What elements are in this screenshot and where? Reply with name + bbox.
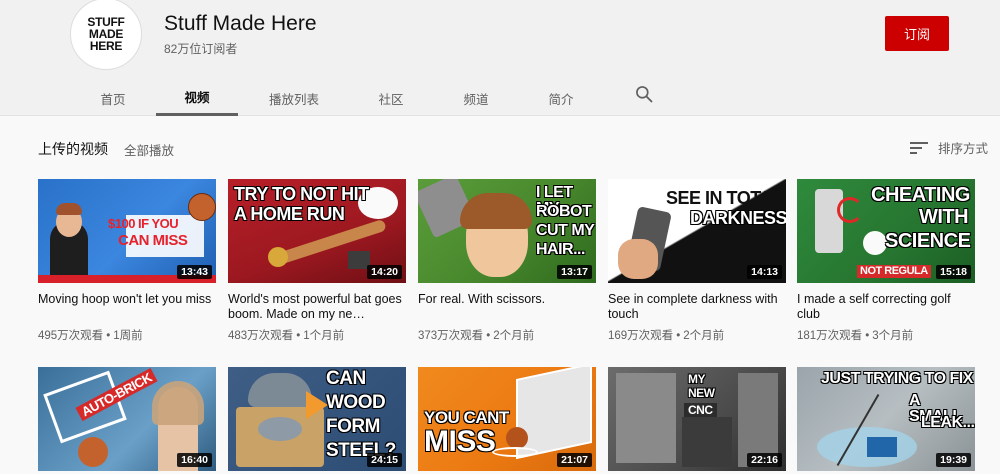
video-thumbnail[interactable]: I LET MY ROBOT CUT MY HAIR... 13:17 <box>418 179 596 283</box>
thumbnail-text: SEE IN TOTAL <box>666 188 783 208</box>
video-card[interactable]: I LET MY ROBOT CUT MY HAIR... 13:17 For … <box>418 179 596 343</box>
view-count: 495万次观看 <box>38 330 104 342</box>
video-card[interactable]: CAN WOOD FORM STEEL? 24:15 <box>228 367 406 471</box>
upload-age: 3个月前 <box>872 330 914 342</box>
video-card[interactable]: SEE IN TOTAL DARKNESS 14:13 See in compl… <box>608 179 786 343</box>
thumbnail-text: WITH <box>919 206 969 228</box>
video-thumbnail[interactable]: MY NEW CNC 22:16 <box>608 367 786 471</box>
video-card[interactable]: MY NEW CNC 22:16 <box>608 367 786 471</box>
thumbnail-text: CAN <box>326 368 366 389</box>
video-meta: 495万次观看 • 1周前 <box>38 330 143 342</box>
tab-playlists[interactable]: 播放列表 <box>253 80 335 116</box>
video-thumbnail[interactable]: YOU CANT MISS 21:07 <box>418 367 596 471</box>
video-thumbnail[interactable]: SEE IN TOTAL DARKNESS 14:13 <box>608 179 786 283</box>
video-title[interactable]: See in complete darkness with touch <box>608 292 786 322</box>
tab-home[interactable]: 首页 <box>72 80 154 116</box>
video-duration: 24:15 <box>367 453 402 467</box>
avatar-line: HERE <box>89 39 123 53</box>
video-thumbnail[interactable]: TRY TO NOT HIT A HOME RUN 14:20 <box>228 179 406 283</box>
upload-age: 1个月前 <box>303 330 345 342</box>
thumbnail-text: WOOD <box>326 392 386 413</box>
view-count: 169万次观看 <box>608 330 674 342</box>
tab-community[interactable]: 社区 <box>350 80 432 116</box>
video-duration: 21:07 <box>557 453 592 467</box>
video-card[interactable]: YOU CANT MISS 21:07 <box>418 367 596 471</box>
video-card[interactable]: TRY TO NOT HIT A HOME RUN 14:20 World's … <box>228 179 406 343</box>
thumbnail-text: NEW <box>688 386 715 400</box>
subscribe-button[interactable]: 订阅 <box>885 16 949 51</box>
video-card[interactable]: Auto-BRICK 16:40 <box>38 367 216 471</box>
video-duration: 13:43 <box>177 265 212 279</box>
tab-videos[interactable]: 视频 <box>156 80 238 116</box>
upload-age: 1周前 <box>113 330 143 342</box>
video-thumbnail[interactable]: CHEATING WITH SCIENCE NOT REGULA 15:18 <box>797 179 975 283</box>
thumbnail-text: DARKNESS <box>690 208 786 228</box>
thumbnail-text: MY <box>688 372 706 386</box>
video-thumbnail[interactable]: JUST TRYING TO FIX A SMALL LEAK... 19:39 <box>797 367 975 471</box>
video-duration: 19:39 <box>936 453 971 467</box>
video-meta: 373万次观看 • 2个月前 <box>418 330 535 342</box>
video-title[interactable]: World's most powerful bat goes boom. Mad… <box>228 292 406 322</box>
upload-age: 2个月前 <box>493 330 535 342</box>
subscriber-count: 82万位订阅者 <box>164 42 238 56</box>
video-duration: 13:17 <box>557 265 592 279</box>
thumbnail-text: $100 IF YOU <box>108 216 179 231</box>
tab-channels[interactable]: 频道 <box>435 80 517 116</box>
thumbnail-text: SCIENCE <box>885 230 971 252</box>
video-title[interactable]: I made a self correcting golf club <box>797 292 975 322</box>
channel-tabs: 首页 视频 播放列表 社区 频道 简介 <box>0 80 1000 116</box>
video-title[interactable]: Moving hoop won't let you miss <box>38 292 216 322</box>
play-all-button[interactable]: 全部播放 <box>124 140 174 159</box>
video-card[interactable]: CHEATING WITH SCIENCE NOT REGULA 15:18 I… <box>797 179 975 343</box>
thumbnail-text: FORM <box>326 416 380 437</box>
view-count: 181万次观看 <box>797 330 863 342</box>
thumbnail-text: CNC <box>684 403 717 417</box>
thumbnail-text: YOU CANT <box>424 408 509 427</box>
video-thumbnail[interactable]: $100 IF YOU CAN MISS 13:43 <box>38 179 216 283</box>
video-thumbnail[interactable]: Auto-BRICK 16:40 <box>38 367 216 471</box>
channel-avatar[interactable]: STUFF MADE HERE <box>70 0 142 70</box>
sort-icon <box>910 141 928 154</box>
video-thumbnail[interactable]: CAN WOOD FORM STEEL? 24:15 <box>228 367 406 471</box>
thumbnail-text: CUT MY <box>536 222 595 239</box>
thumbnail-text: MISS <box>424 425 496 458</box>
video-meta: 483万次观看 • 1个月前 <box>228 330 345 342</box>
tab-about[interactable]: 简介 <box>520 80 602 116</box>
video-meta: 169万次观看 • 2个月前 <box>608 330 725 342</box>
thumbnail-text: LEAK... <box>921 414 975 431</box>
thumbnail-text: HAIR... <box>536 241 585 258</box>
sort-label: 排序方式 <box>938 142 989 156</box>
channel-header: STUFF MADE HERE Stuff Made Here 82万位订阅者 … <box>0 0 1000 116</box>
thumbnail-text: TRY TO NOT HIT <box>234 184 369 204</box>
thumbnail-text: ROBOT <box>536 203 592 220</box>
video-duration: 14:20 <box>367 265 402 279</box>
thumbnail-text: JUST TRYING TO FIX <box>821 370 973 387</box>
thumbnail-text: CHEATING <box>871 184 970 206</box>
video-meta: 181万次观看 • 3个月前 <box>797 330 914 342</box>
search-icon[interactable] <box>634 84 654 104</box>
view-count: 373万次观看 <box>418 330 484 342</box>
upload-age: 2个月前 <box>683 330 725 342</box>
thumbnail-text: A HOME RUN <box>234 204 345 224</box>
video-duration: 22:16 <box>747 453 782 467</box>
video-title[interactable]: For real. With scissors. <box>418 292 596 322</box>
view-count: 483万次观看 <box>228 330 294 342</box>
thumbnail-badge: NOT REGULA <box>857 265 931 278</box>
section-title: 上传的视频 <box>38 141 108 157</box>
thumbnail-text: CAN MISS <box>118 232 188 249</box>
sort-button[interactable]: 排序方式 <box>910 138 988 157</box>
video-card[interactable]: $100 IF YOU CAN MISS 13:43 Moving hoop w… <box>38 179 216 343</box>
video-duration: 16:40 <box>177 453 212 467</box>
video-card[interactable]: JUST TRYING TO FIX A SMALL LEAK... 19:39 <box>797 367 975 471</box>
video-duration: 15:18 <box>936 265 971 279</box>
channel-name: Stuff Made Here <box>164 12 317 35</box>
video-duration: 14:13 <box>747 265 782 279</box>
